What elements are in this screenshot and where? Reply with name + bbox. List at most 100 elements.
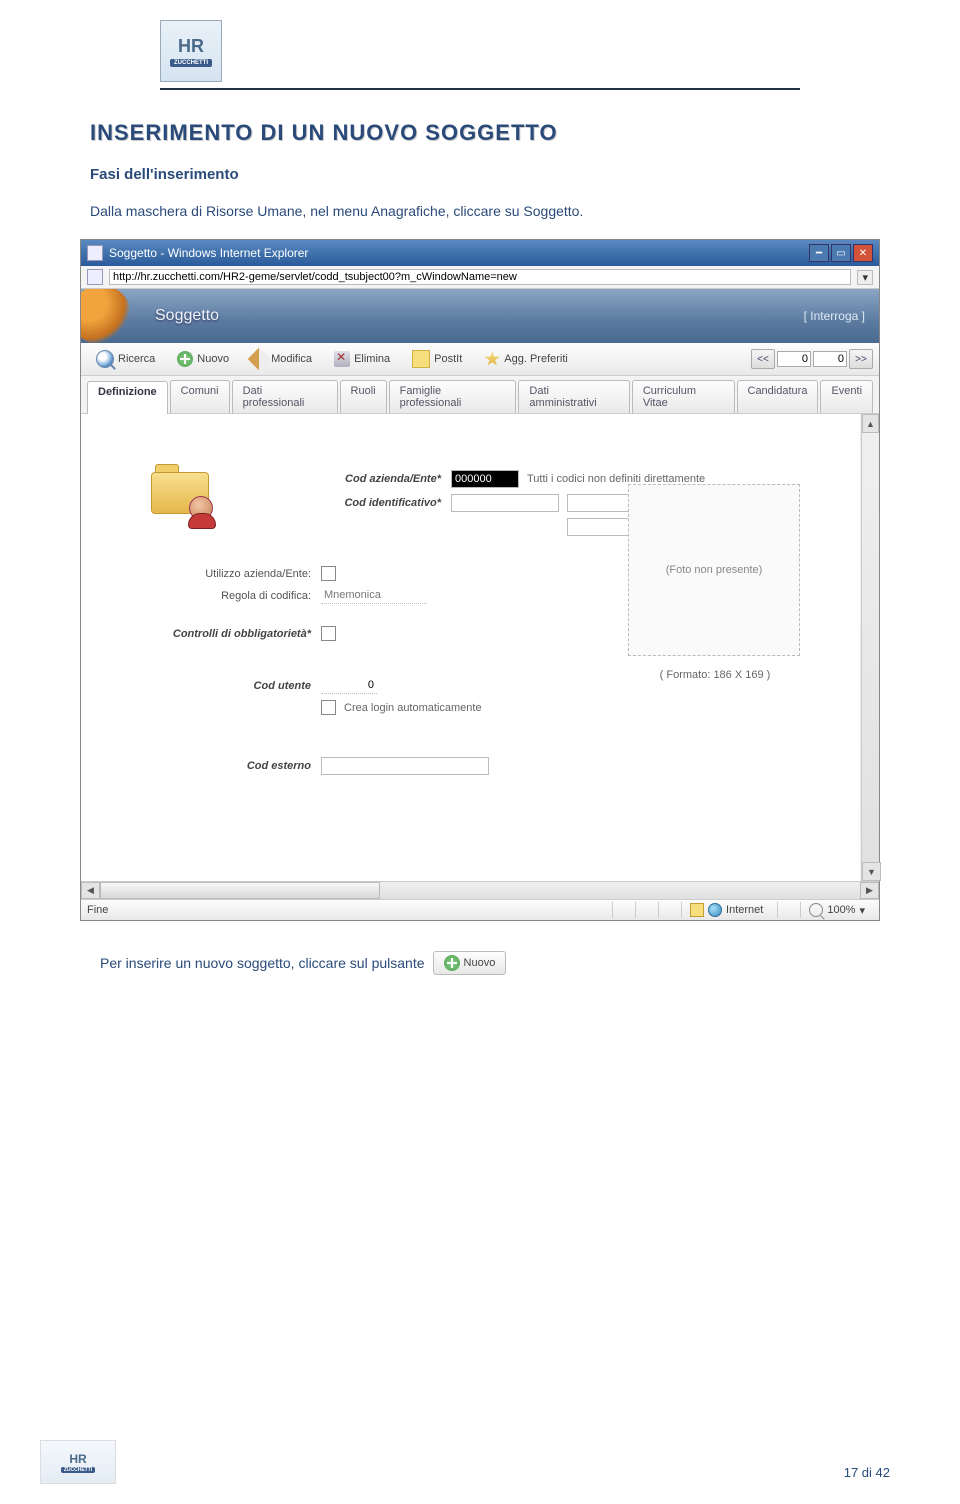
elimina-label: Elimina <box>354 353 390 365</box>
after-screenshot-text: Per inserire un nuovo soggetto, cliccare… <box>100 951 890 975</box>
page-title: INSERIMENTO DI UN NUOVO SOGGETTO <box>90 120 890 146</box>
footer-logo: HR ZUCCHETTI <box>40 1440 116 1484</box>
postit-button[interactable]: PostIt <box>403 346 471 372</box>
page-icon <box>87 269 103 285</box>
status-bar: Fine Internet 100% ▾ <box>81 899 879 920</box>
aftertext-content: Per inserire un nuovo soggetto, cliccare… <box>100 955 425 971</box>
photo-placeholder[interactable]: (Foto non presente) <box>628 484 800 656</box>
pager-next-button[interactable]: >> <box>849 349 873 369</box>
cod-utente-label: Cod utente <box>111 680 321 692</box>
page-number: 17 di 42 <box>844 1465 890 1480</box>
footer-logo-subtext: ZUCCHETTI <box>61 1467 95 1473</box>
app-mode-label: [ Interroga ] <box>804 309 865 323</box>
utilizzo-label: Utilizzo azienda/Ente: <box>111 568 321 580</box>
intro-paragraph: Dalla maschera di Risorse Umane, nel men… <box>90 203 890 219</box>
address-bar: ▾ <box>81 266 879 289</box>
postit-icon <box>412 350 430 368</box>
tab-definizione[interactable]: Definizione <box>87 381 168 414</box>
subject-folder-icon <box>151 464 211 518</box>
regola-value <box>321 587 427 604</box>
scroll-right-arrow[interactable]: ▶ <box>860 882 879 899</box>
shield-icon <box>690 903 704 917</box>
nuovo-button[interactable]: Nuovo <box>168 347 238 371</box>
window-minimize-button[interactable]: ━ <box>809 244 829 262</box>
logo-subtext: ZUCCHETTI <box>170 59 212 67</box>
footer-logo-text: HR <box>69 1452 86 1466</box>
tab-curriculum-vitae[interactable]: Curriculum Vitae <box>632 380 735 413</box>
app-logo-swirl <box>81 289 131 343</box>
elimina-button[interactable]: Elimina <box>325 347 399 371</box>
delete-icon <box>334 351 350 367</box>
modifica-label: Modifica <box>271 353 312 365</box>
pager-current-input[interactable] <box>777 351 811 367</box>
tab-dati-professionali[interactable]: Dati professionali <box>232 380 338 413</box>
status-zone: Internet <box>681 902 771 918</box>
horizontal-scrollbar[interactable]: ◀ ▶ <box>81 881 879 899</box>
zone-label: Internet <box>726 904 763 916</box>
utilizzo-checkbox[interactable] <box>321 566 336 581</box>
window-title: Soggetto - Windows Internet Explorer <box>109 246 308 260</box>
star-icon <box>484 351 500 367</box>
preferiti-button[interactable]: Agg. Preferiti <box>475 347 577 371</box>
tab-ruoli[interactable]: Ruoli <box>340 380 387 413</box>
preferiti-label: Agg. Preferiti <box>504 353 568 365</box>
url-input[interactable] <box>109 269 851 285</box>
nuovo-label: Nuovo <box>197 353 229 365</box>
crea-login-checkbox[interactable] <box>321 700 336 715</box>
header-divider <box>160 88 800 90</box>
logo-text: HR <box>178 36 204 57</box>
window-maximize-button[interactable]: ▭ <box>831 244 851 262</box>
scroll-left-arrow[interactable]: ◀ <box>81 882 100 899</box>
scroll-up-arrow[interactable]: ▲ <box>862 414 879 433</box>
photo-placeholder-text: (Foto non presente) <box>666 564 763 576</box>
tab-famiglie-professionali[interactable]: Famiglie professionali <box>389 380 517 413</box>
status-left: Fine <box>87 902 116 918</box>
search-icon <box>96 350 114 368</box>
status-zoom[interactable]: 100% ▾ <box>800 902 873 918</box>
cod-utente-input[interactable] <box>321 677 377 694</box>
pager-prev-button[interactable]: << <box>751 349 775 369</box>
hscroll-thumb[interactable] <box>100 882 380 899</box>
embedded-screenshot: Soggetto - Windows Internet Explorer ━ ▭… <box>80 239 880 921</box>
cod-azienda-label: Cod azienda/Ente* <box>241 473 451 485</box>
subtab-bar: Definizione Comuni Dati professionali Ru… <box>81 376 879 414</box>
section-subtitle: Fasi dell'inserimento <box>90 166 890 183</box>
zoom-dropdown-icon[interactable]: ▾ <box>859 904 865 917</box>
controlli-label: Controlli di obbligatorietà* <box>111 628 321 640</box>
globe-icon <box>708 903 722 917</box>
tab-candidatura[interactable]: Candidatura <box>737 380 819 413</box>
header-logo: HR ZUCCHETTI <box>160 20 222 82</box>
crea-login-label: Crea login automaticamente <box>344 702 482 714</box>
controlli-checkbox[interactable] <box>321 626 336 641</box>
tab-comuni[interactable]: Comuni <box>170 380 230 413</box>
pencil-icon <box>248 348 271 371</box>
plus-icon <box>444 955 460 971</box>
scroll-down-arrow[interactable]: ▼ <box>862 862 881 881</box>
vertical-scrollbar[interactable]: ▲ ▼ <box>861 414 879 881</box>
modifica-button[interactable]: Modifica <box>242 347 321 371</box>
tab-dati-amministrativi[interactable]: Dati amministrativi <box>518 380 629 413</box>
app-header: Soggetto [ Interroga ] <box>81 289 879 343</box>
zoom-icon <box>809 903 823 917</box>
window-titlebar: Soggetto - Windows Internet Explorer ━ ▭… <box>81 240 879 266</box>
cod-azienda-input[interactable] <box>451 470 519 488</box>
cod-esterno-input[interactable] <box>321 757 489 775</box>
record-pager: << >> <box>751 349 873 369</box>
pager-total-input[interactable] <box>813 351 847 367</box>
cod-identificativo-label: Cod identificativo* <box>241 497 451 509</box>
main-toolbar: Ricerca Nuovo Modifica Elimina PostIt Ag… <box>81 343 879 376</box>
window-close-button[interactable]: ✕ <box>853 244 873 262</box>
cod-identificativo-input[interactable] <box>451 494 559 512</box>
app-title: Soggetto <box>155 307 219 325</box>
ricerca-button[interactable]: Ricerca <box>87 346 164 372</box>
nuovo-inline-label: Nuovo <box>464 957 496 969</box>
nuovo-inline-button[interactable]: Nuovo <box>433 951 507 975</box>
postit-label: PostIt <box>434 353 462 365</box>
photo-format-label: ( Formato: 186 X 169 ) <box>630 669 800 681</box>
plus-icon <box>177 351 193 367</box>
ricerca-label: Ricerca <box>118 353 155 365</box>
tab-eventi[interactable]: Eventi <box>820 380 873 413</box>
cod-esterno-label: Cod esterno <box>111 760 321 772</box>
zoom-label: 100% <box>827 904 855 916</box>
dropdown-icon[interactable]: ▾ <box>857 270 873 285</box>
